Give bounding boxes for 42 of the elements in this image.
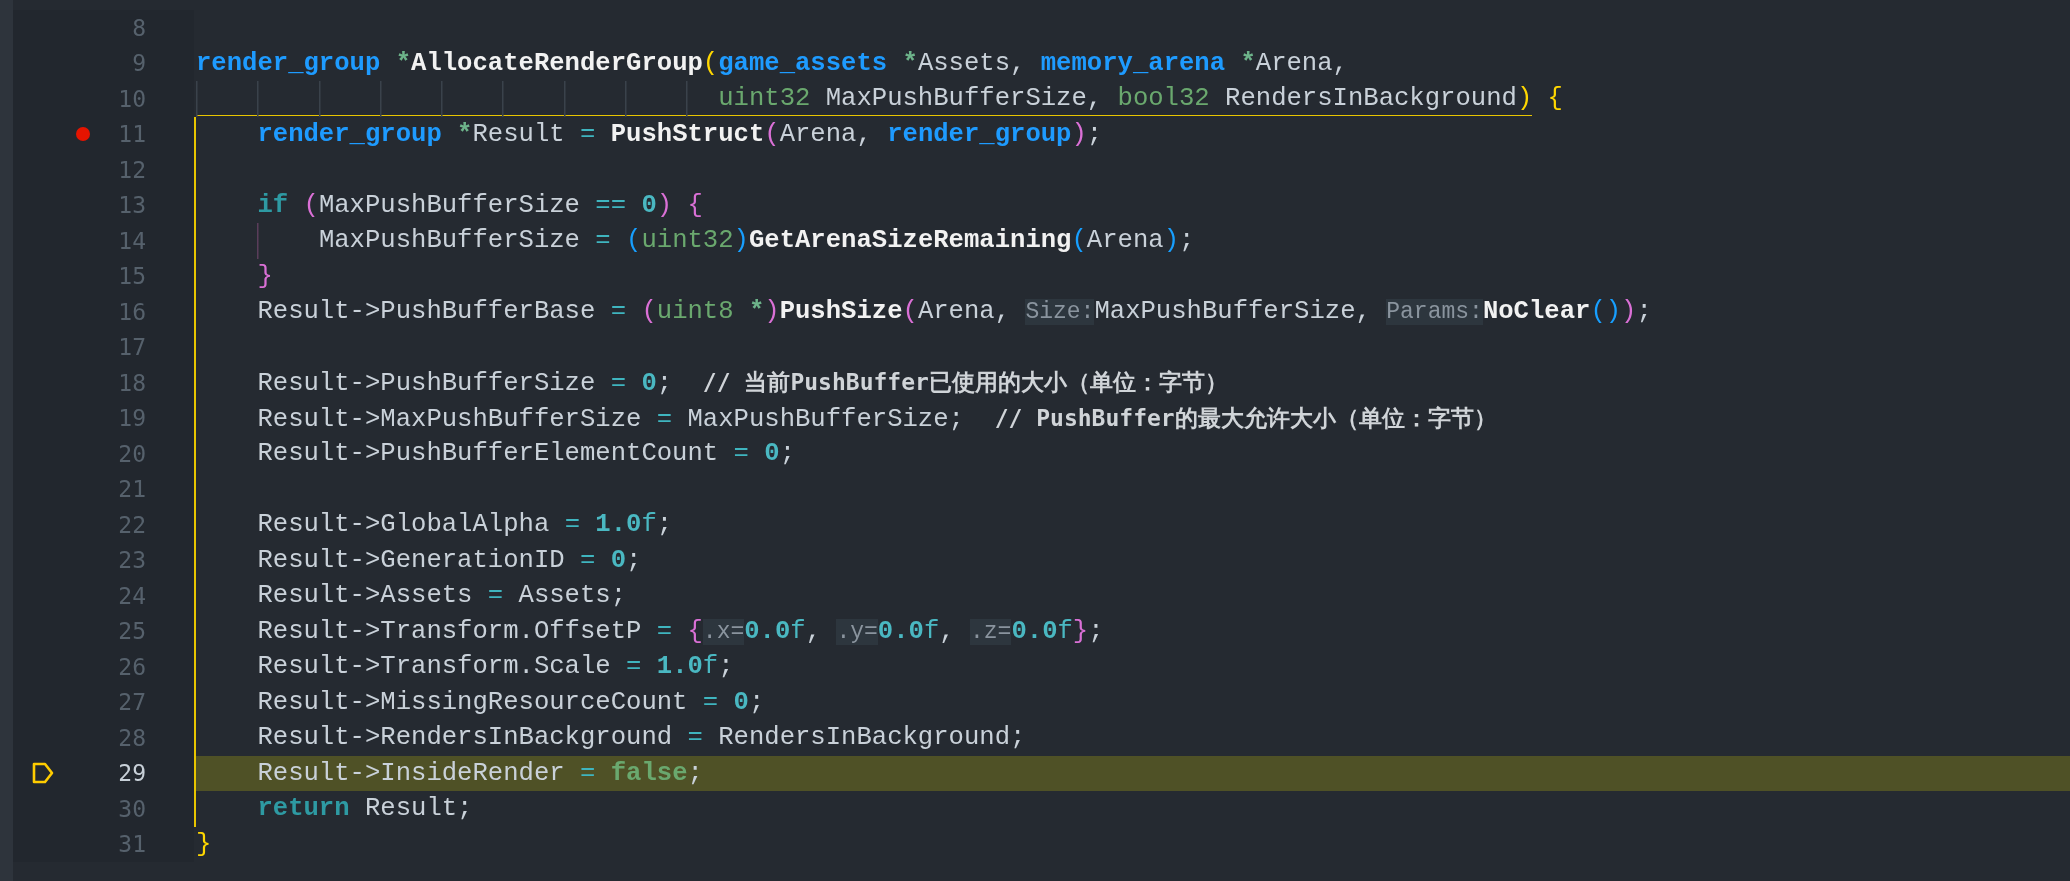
code-line: MaxPushBufferSize = (uint32)GetArenaSizeRemaining(Arena); <box>194 223 2070 259</box>
code-line: Result->Transform.OffsetP = {.x=0.0f, .y=0.0f, .z=0.0f}; <box>194 613 2070 649</box>
code-line: Result->PushBufferSize = 0; // 当前PushBuffer已使用的大小（单位：字节） <box>194 365 2070 401</box>
line-number: 25 <box>118 618 146 644</box>
code-line: } <box>195 828 213 861</box>
line-number: 15 <box>118 263 146 289</box>
line-number: 9 <box>132 50 146 76</box>
line-number: 30 <box>118 795 146 822</box>
line-number: 18 <box>118 369 146 396</box>
line-number: 12 <box>118 156 146 183</box>
line-number: 17 <box>118 334 146 360</box>
line-number: 11 <box>118 121 146 147</box>
line-number: 23 <box>118 547 146 573</box>
code-line: Result->PushBufferBase = (uint8 *)PushSize(Arena, Size:MaxPushBufferSize, Params:NoClear()); <box>194 294 2070 330</box>
code-line: Result->MissingResourceCount = 0; <box>194 684 2070 720</box>
line-number: 21 <box>118 476 146 502</box>
line-number: 29 <box>118 760 146 786</box>
line-number: 19 <box>118 405 146 431</box>
code-line: Result->GlobalAlpha = 1.0f; <box>194 507 2070 543</box>
code-line: Result->Assets = Assets; <box>194 578 2070 614</box>
code-line: Result->PushBufferElementCount = 0; <box>194 436 2070 472</box>
line-number: 16 <box>118 298 146 325</box>
line-number: 14 <box>118 227 146 254</box>
breakpoint-icon[interactable] <box>76 127 90 142</box>
code-line: Result->MaxPushBufferSize = MaxPushBufferSize; // PushBuffer的最大允许大小（单位：字节） <box>194 400 2070 436</box>
line-number: 8 <box>132 14 146 41</box>
line-number: 24 <box>118 582 146 609</box>
line-number: 22 <box>118 511 146 538</box>
line-number: 27 <box>118 689 146 715</box>
code-line: Result->Transform.Scale = 1.0f; <box>194 649 2070 685</box>
line-number: 10 <box>118 85 146 112</box>
line-number: 28 <box>118 724 146 751</box>
line-number: 26 <box>118 653 146 680</box>
code-line: } <box>194 258 2070 294</box>
code-line: return Result; <box>194 791 2070 827</box>
code-line: render_group *AllocateRenderGroup(game_assets *Assets, memory_arena *Arena, <box>195 47 1349 80</box>
line-number: 31 <box>118 831 146 857</box>
line-number: 13 <box>118 192 146 218</box>
code-line: Result->GenerationID = 0; <box>194 542 2070 578</box>
code-line: render_group *Result = PushStruct(Arena, render_group); <box>194 116 2070 152</box>
line-number: 20 <box>118 440 146 467</box>
code-line: uint32 MaxPushBufferSize, bool32 RendersInBackground) { <box>194 81 2070 117</box>
